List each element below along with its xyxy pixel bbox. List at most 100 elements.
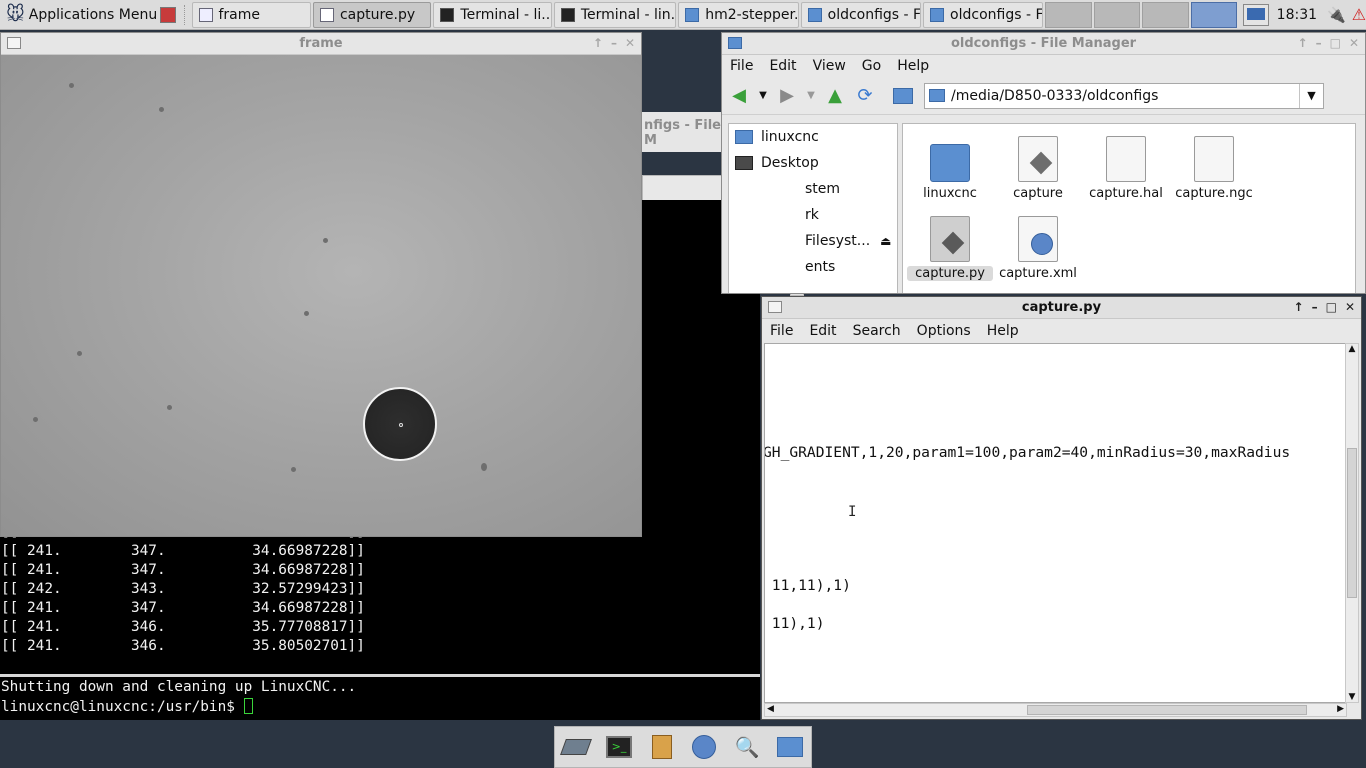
home-folder-launcher[interactable] [775,733,805,761]
window-controls: ↑ – □ ✕ [1298,36,1359,50]
file-item-linuxcnc[interactable]: linuxcnc [907,136,993,201]
menu-file[interactable]: File [722,58,761,74]
scroll-thumb[interactable] [1027,705,1307,715]
scroll-up-icon[interactable]: ▲ [1346,344,1358,354]
task-terminal-2[interactable]: Terminal - lin... [553,1,677,28]
scroll-down-icon[interactable]: ▼ [1346,692,1358,702]
minimize-icon[interactable]: – [1316,36,1322,50]
file-manager-window[interactable]: oldconfigs - File Manager ↑ – □ ✕ File E… [721,32,1366,294]
back-history-dropdown[interactable]: ▼ [756,83,770,109]
menu-go[interactable]: Go [854,58,889,74]
open-location-button[interactable] [890,83,916,109]
file-manager-menubar: File Edit View Go Help [722,55,1365,77]
menu-file[interactable]: File [762,323,801,339]
editor-text-area[interactable]: GH_GRADIENT,1,20,param1=100,param2=40,mi… [764,343,1347,703]
parent-folder-button[interactable]: ▲ [822,83,848,109]
sidebar-item-network[interactable]: rk [729,202,897,228]
close-icon[interactable]: ✕ [625,36,635,50]
dust-speck [69,83,74,88]
file-manager-launcher[interactable] [647,733,677,761]
back-button[interactable]: ◀ [726,83,752,109]
menu-help[interactable]: Help [979,323,1027,339]
maximize-icon[interactable]: □ [1326,300,1337,314]
raise-icon[interactable]: ↑ [1298,36,1308,50]
app-finder-launcher[interactable]: 🔍 [732,733,762,761]
close-icon[interactable]: ✕ [1345,300,1355,314]
frame-titlebar[interactable]: frame ↑ – ✕ [1,33,641,55]
forward-button[interactable]: ▶ [774,83,800,109]
sidebar-item-label: ents [805,259,836,275]
editor-titlebar[interactable]: capture.py ↑ – □ ✕ [762,297,1361,319]
raise-icon[interactable]: ↑ [593,36,603,50]
menu-edit[interactable]: Edit [801,323,844,339]
file-item-capture-xml[interactable]: capture.xml [995,216,1081,281]
menu-options[interactable]: Options [909,323,979,339]
dust-speck [77,351,82,356]
location-dropdown[interactable]: ▼ [1299,83,1323,108]
window-title: capture.py [1021,300,1102,315]
editor-window[interactable]: capture.py ↑ – □ ✕ File Edit Search Opti… [761,296,1362,720]
terminal-launcher[interactable]: >_ [604,733,634,761]
scroll-thumb[interactable] [1347,448,1357,598]
network-icon[interactable] [1243,3,1269,26]
file-item-capture-hal[interactable]: capture.hal [1083,136,1169,201]
menu-edit[interactable]: Edit [761,58,804,74]
workspace-1[interactable] [1045,1,1092,28]
reload-button[interactable]: ⟳ [852,83,878,109]
close-icon[interactable]: ✕ [1349,36,1359,50]
scroll-left-icon[interactable]: ◀ [767,704,774,714]
task-oldconfigs-1[interactable]: oldconfigs - F... [800,1,922,28]
eject-icon[interactable]: ⏏ [880,234,891,248]
file-item-capture[interactable]: capture [995,136,1081,201]
forward-arrow-icon: ▶ [780,85,794,106]
sidebar-item-linuxcnc[interactable]: linuxcnc [729,124,897,150]
workspace-4[interactable] [1190,1,1238,28]
editor-menubar: File Edit Search Options Help [762,320,1361,342]
editor-horizontal-scrollbar[interactable]: ◀ ▶ [764,703,1347,717]
task-capture-py[interactable]: capture.py [312,1,432,28]
menu-search[interactable]: Search [845,323,909,339]
window-title: frame [299,36,343,51]
frame-window[interactable]: frame ↑ – ✕ [0,32,642,537]
task-frame[interactable]: frame [191,1,311,28]
minimize-icon[interactable]: – [1312,300,1318,314]
task-hm2-stepper[interactable]: hm2-stepper... [678,1,799,28]
applications-menu-label: Applications Menu [28,6,158,23]
menu-help[interactable]: Help [889,58,937,74]
file-manager-titlebar[interactable]: oldconfigs - File Manager ↑ – □ ✕ [722,33,1365,55]
terminal-icon [440,7,455,22]
logout-launcher[interactable] [158,1,181,29]
workspace-3[interactable] [1142,1,1189,28]
web-browser-launcher[interactable] [689,733,719,761]
text-file-icon [1194,136,1234,182]
file-item-capture-py[interactable]: capture.py [907,216,993,281]
editor-vertical-scrollbar[interactable]: ▲ ▼ [1345,343,1359,703]
clock[interactable]: 18:31 [1277,7,1317,23]
location-path: /media/D850-0333/oldconfigs [951,87,1159,104]
maximize-icon[interactable]: □ [1330,36,1341,50]
raise-icon[interactable]: ↑ [1294,300,1304,314]
sidebar-item-filesystem[interactable]: stem [729,176,897,202]
code-line: GH_GRADIENT,1,20,param1=100,param2=40,mi… [764,444,1291,461]
warning-icon[interactable]: ⚠ [1352,5,1366,24]
task-oldconfigs-2[interactable]: oldconfigs - F... [923,1,1044,28]
location-bar[interactable]: /media/D850-0333/oldconfigs ▼ [924,82,1324,109]
menu-view[interactable]: View [805,58,854,74]
sidebar-item-desktop[interactable]: Desktop [729,150,897,176]
file-item-capture-ngc[interactable]: capture.ngc [1171,136,1257,201]
xml-file-icon [1018,216,1058,262]
applications-menu-button[interactable]: 🐭 Applications Menu [0,1,158,29]
terminal-prompt-line[interactable]: linuxcnc@linuxcnc:/usr/bin$ [1,698,253,715]
task-label: frame [218,6,261,23]
power-icon[interactable]: 🔌 [1327,6,1346,24]
forward-history-dropdown[interactable]: ▼ [804,83,818,109]
file-name: linuxcnc [923,186,977,201]
file-manager-window-behind[interactable]: nfigs - File M [642,112,732,152]
minimize-icon[interactable]: – [611,36,617,50]
workspace-2[interactable] [1093,1,1141,28]
sidebar-item-volume[interactable]: Filesyst... ⏏ [729,228,897,254]
task-terminal-1[interactable]: Terminal - li... [433,1,552,28]
show-desktop-launcher[interactable] [560,733,593,761]
sidebar-item-documents[interactable]: ents [729,254,897,280]
scroll-right-icon[interactable]: ▶ [1337,704,1344,714]
